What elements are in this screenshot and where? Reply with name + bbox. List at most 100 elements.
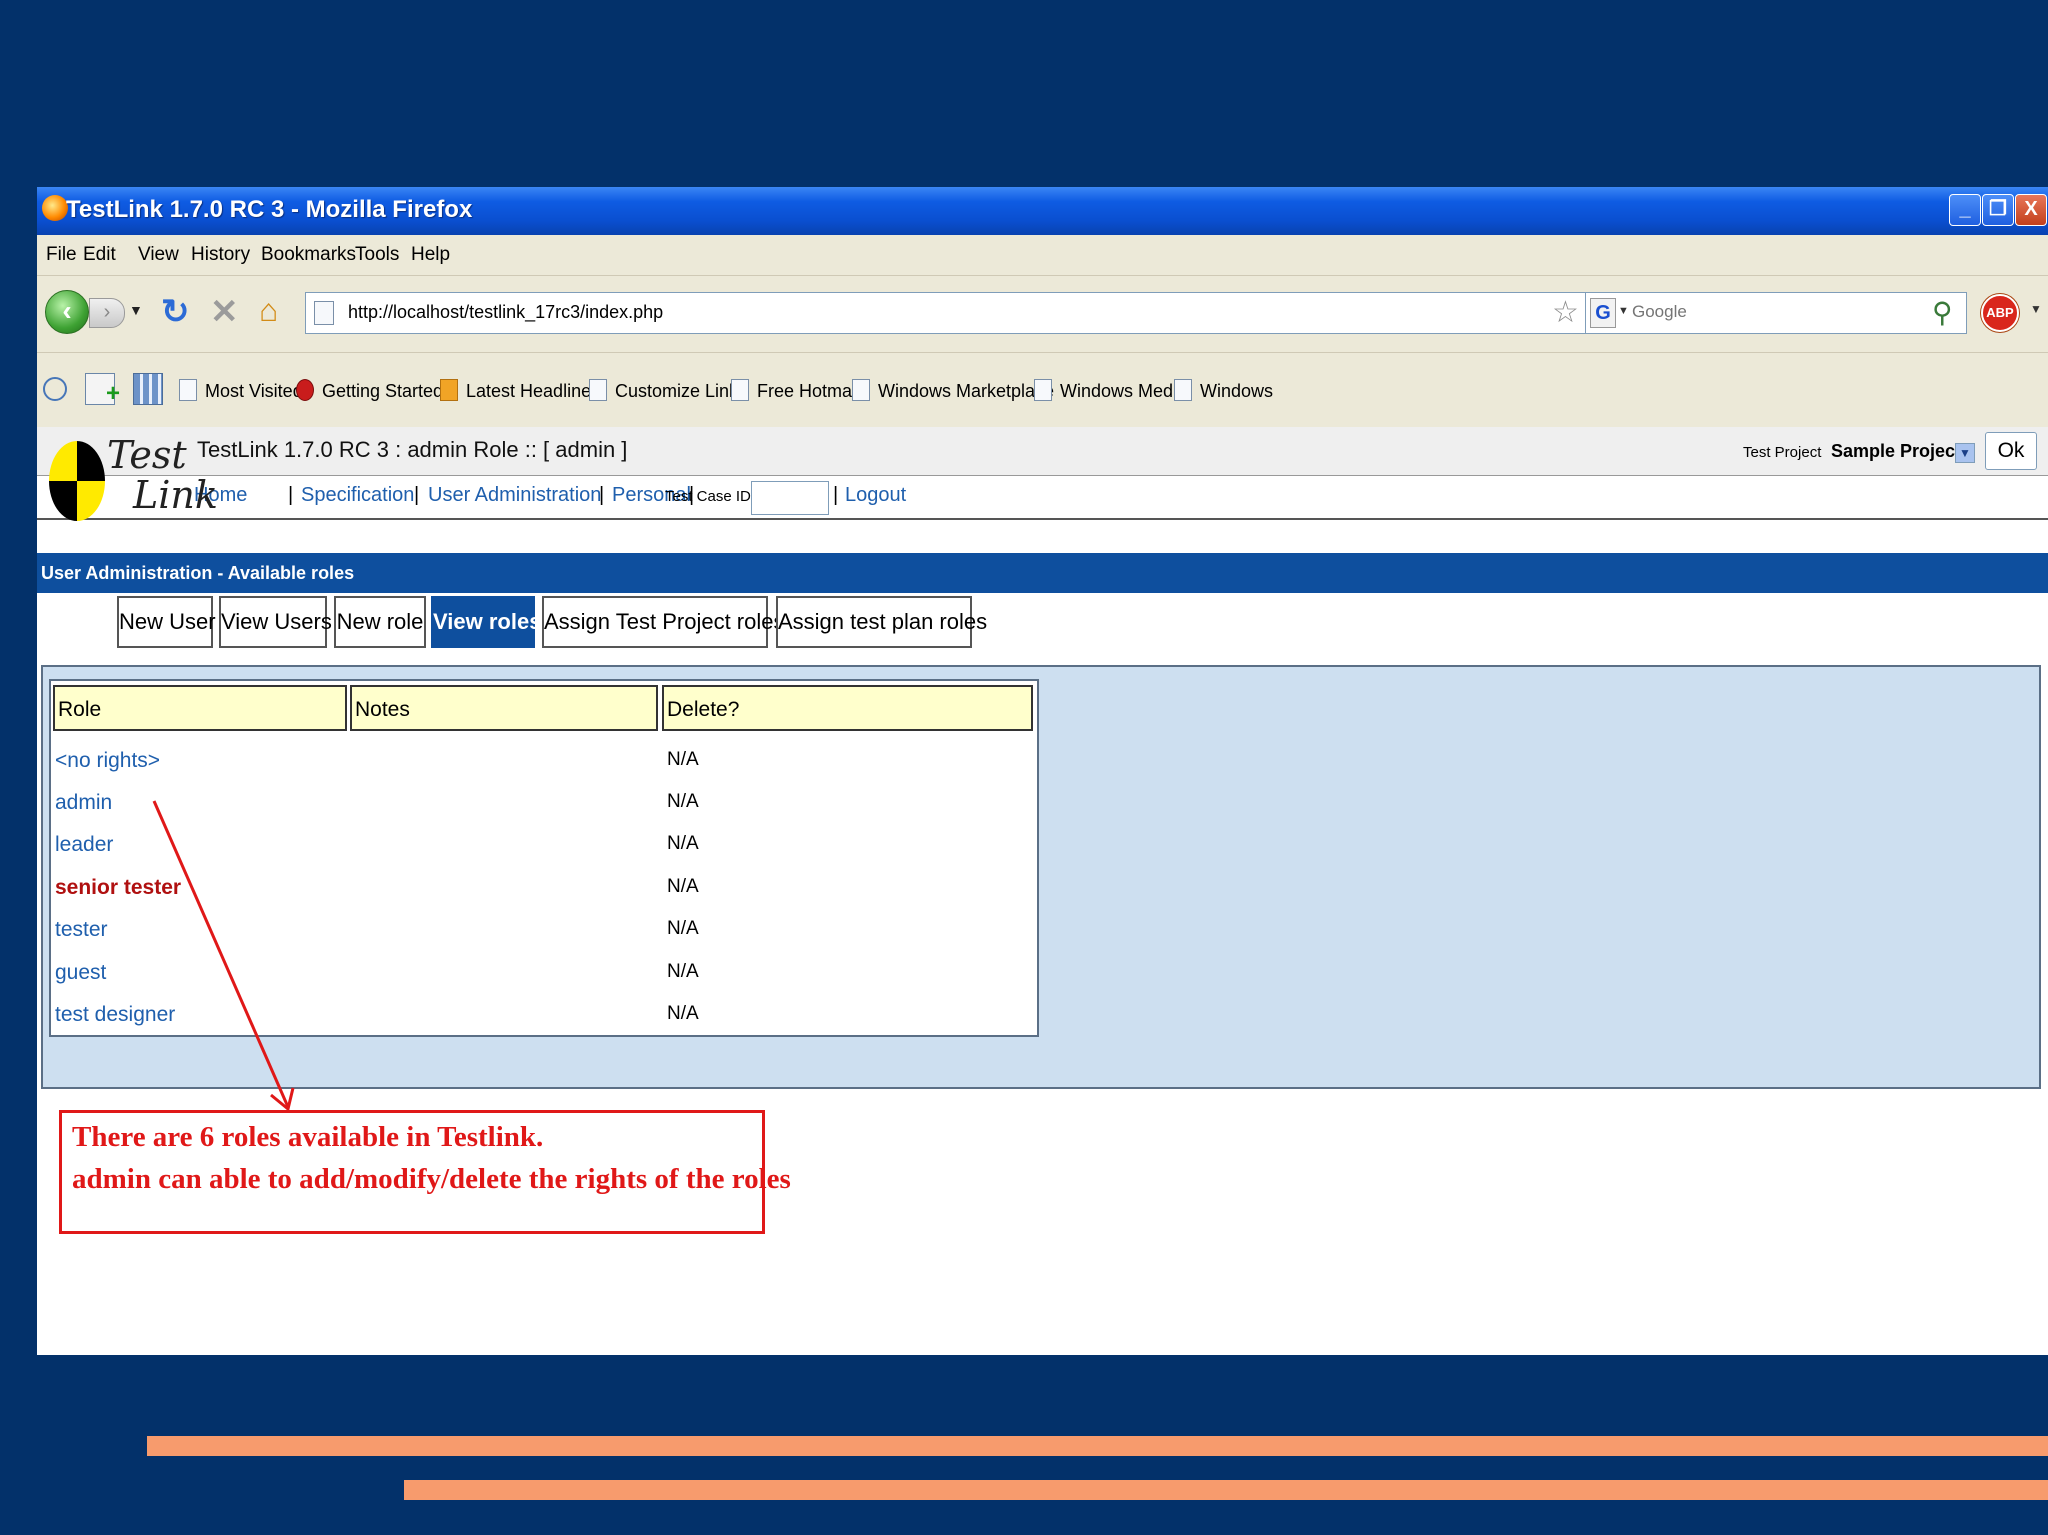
roles-panel: Role Notes Delete? <no rights> N/A admin… — [41, 665, 2041, 1089]
menu-help[interactable]: Help — [411, 244, 450, 266]
delete-value: N/A — [667, 833, 699, 854]
table-row: test designer N/A — [51, 995, 1037, 1037]
page-icon — [1034, 379, 1052, 401]
menu-file[interactable]: File — [46, 244, 77, 266]
magnifier-icon[interactable] — [43, 377, 67, 401]
bookmark-customize-links[interactable]: Customize Links — [589, 379, 747, 402]
bookmark-most-visited[interactable]: Most Visited — [179, 379, 303, 402]
address-bar[interactable]: http://localhost/testlink_17rc3/index.ph… — [305, 292, 1611, 334]
stop-icon[interactable]: ✕ — [210, 292, 239, 332]
window-title: TestLink 1.7.0 RC 3 - Mozilla Firefox — [66, 196, 473, 223]
search-engine-dropdown-icon[interactable]: ▼ — [1618, 305, 1629, 317]
search-input[interactable] — [1630, 295, 1924, 329]
tab-view-users[interactable]: View Users — [219, 596, 332, 648]
logo-word-test: Test — [107, 433, 187, 477]
menu-bar: File Edit View History Bookmarks Tools H… — [37, 235, 2048, 276]
firefox-icon — [42, 195, 68, 221]
tab-new-role[interactable]: New role — [334, 596, 426, 648]
navigation-toolbar: ‹ › ▼ ↻ ✕ ⌂ http://localhost/testlink_17… — [37, 276, 2048, 353]
chevron-down-icon[interactable]: ▼ — [1955, 443, 1975, 463]
delete-value: N/A — [667, 749, 699, 770]
table-row: leader N/A — [51, 825, 1037, 867]
menu-history[interactable]: History — [191, 244, 250, 266]
ok-button[interactable]: Ok — [1985, 432, 2037, 470]
column-header-delete: Delete? — [662, 685, 1033, 731]
bookmark-latest-headlines[interactable]: Latest Headlines — [440, 379, 600, 402]
nav-logout[interactable]: Logout — [845, 484, 906, 507]
nav-user-administration[interactable]: User Administration — [428, 484, 601, 507]
section-title: User Administration - Available roles — [37, 553, 2048, 593]
test-case-id-input[interactable] — [751, 481, 829, 515]
page-icon — [731, 379, 749, 401]
nav-separator: | — [833, 484, 839, 506]
logo-target-icon — [49, 441, 105, 521]
delete-value: N/A — [667, 961, 699, 982]
back-button[interactable]: ‹ — [45, 290, 89, 334]
search-engine-icon[interactable]: G — [1590, 298, 1616, 328]
home-icon[interactable]: ⌂ — [259, 292, 278, 329]
maximize-button[interactable]: ❐ — [1982, 194, 2014, 226]
rss-icon — [440, 379, 458, 401]
column-header-notes: Notes — [350, 685, 658, 731]
nav-separator: | — [599, 484, 605, 506]
tab-assign-test-project-roles[interactable]: Assign Test Project roles — [542, 596, 784, 648]
page-icon — [852, 379, 870, 401]
bookmark-folder-icon — [179, 379, 197, 401]
table-row: tester N/A — [51, 910, 1037, 952]
table-row: <no rights> N/A — [51, 741, 1037, 783]
bookmark-windows-media[interactable]: Windows Media — [1034, 379, 1187, 402]
adblock-dropdown-icon[interactable]: ▼ — [2030, 302, 2042, 316]
bookmark-star-icon[interactable]: ☆ — [1552, 295, 1579, 330]
nav-separator: | — [288, 484, 294, 506]
menu-edit[interactable]: Edit — [83, 244, 116, 266]
menu-view[interactable]: View — [138, 244, 179, 266]
history-dropdown-icon[interactable]: ▼ — [129, 302, 143, 318]
minimize-button[interactable]: _ — [1949, 194, 1981, 226]
bookmark-windows[interactable]: Windows — [1174, 379, 1273, 402]
bookmarks-toolbar: + Most Visited Getting Started Latest He… — [37, 353, 2048, 428]
add-page-icon[interactable]: + — [85, 373, 120, 407]
calendar-icon[interactable] — [133, 373, 163, 405]
adblock-icon[interactable]: ABP — [1981, 294, 2019, 332]
forward-button[interactable]: › — [89, 298, 125, 328]
bookmark-free-hotmail[interactable]: Free Hotmail — [731, 379, 860, 402]
role-link[interactable]: <no rights> — [55, 749, 160, 773]
bookmark-getting-started[interactable]: Getting Started — [296, 379, 443, 402]
bookmark-windows-marketplace[interactable]: Windows Marketplace — [852, 379, 1054, 402]
role-link[interactable]: admin — [55, 791, 112, 815]
close-button[interactable]: X — [2015, 194, 2047, 226]
annotation-line-1: There are 6 roles available in Testlink. — [72, 1121, 544, 1153]
browser-window: TestLink 1.7.0 RC 3 - Mozilla Firefox _ … — [37, 187, 2048, 1355]
url-text[interactable]: http://localhost/testlink_17rc3/index.ph… — [348, 302, 663, 323]
column-header-role: Role — [53, 685, 347, 731]
menu-bookmarks[interactable]: Bookmarks — [261, 244, 356, 266]
role-link[interactable]: senior tester — [55, 876, 181, 900]
role-link[interactable]: leader — [55, 833, 113, 857]
test-project-select[interactable]: Sample Project — [1831, 441, 1961, 462]
tab-assign-test-plan-roles[interactable]: Assign test plan roles — [776, 596, 987, 648]
page-icon — [1174, 379, 1192, 401]
reload-icon[interactable]: ↻ — [161, 292, 190, 332]
testlink-header: TestLink 1.7.0 RC 3 : admin Role :: [ ad… — [37, 427, 2048, 476]
nav-specification[interactable]: Specification — [301, 484, 414, 507]
title-bar: TestLink 1.7.0 RC 3 - Mozilla Firefox _ … — [37, 187, 2048, 235]
delete-value: N/A — [667, 918, 699, 939]
decorative-stripe-bottom — [404, 1480, 2048, 1500]
firefox-bookmark-icon — [296, 379, 314, 401]
tab-view-roles[interactable]: View roles — [431, 596, 541, 648]
annotation-line-2: admin can able to add/modify/delete the … — [72, 1163, 791, 1195]
page-title: TestLink 1.7.0 RC 3 : admin Role :: [ ad… — [197, 437, 628, 462]
page-icon — [314, 301, 334, 325]
delete-value: N/A — [667, 791, 699, 812]
role-link[interactable]: tester — [55, 918, 108, 942]
tab-new-user[interactable]: New User — [117, 596, 216, 648]
test-project-label: Test Project — [1743, 444, 1822, 461]
table-row: guest N/A — [51, 953, 1037, 995]
search-box[interactable]: G ▼ ⚲ — [1585, 292, 1967, 334]
menu-tools[interactable]: Tools — [355, 244, 399, 266]
role-link[interactable]: test designer — [55, 1003, 175, 1027]
delete-value: N/A — [667, 876, 699, 897]
nav-separator: | — [414, 484, 420, 506]
search-icon[interactable]: ⚲ — [1932, 296, 1953, 329]
role-link[interactable]: guest — [55, 961, 106, 985]
